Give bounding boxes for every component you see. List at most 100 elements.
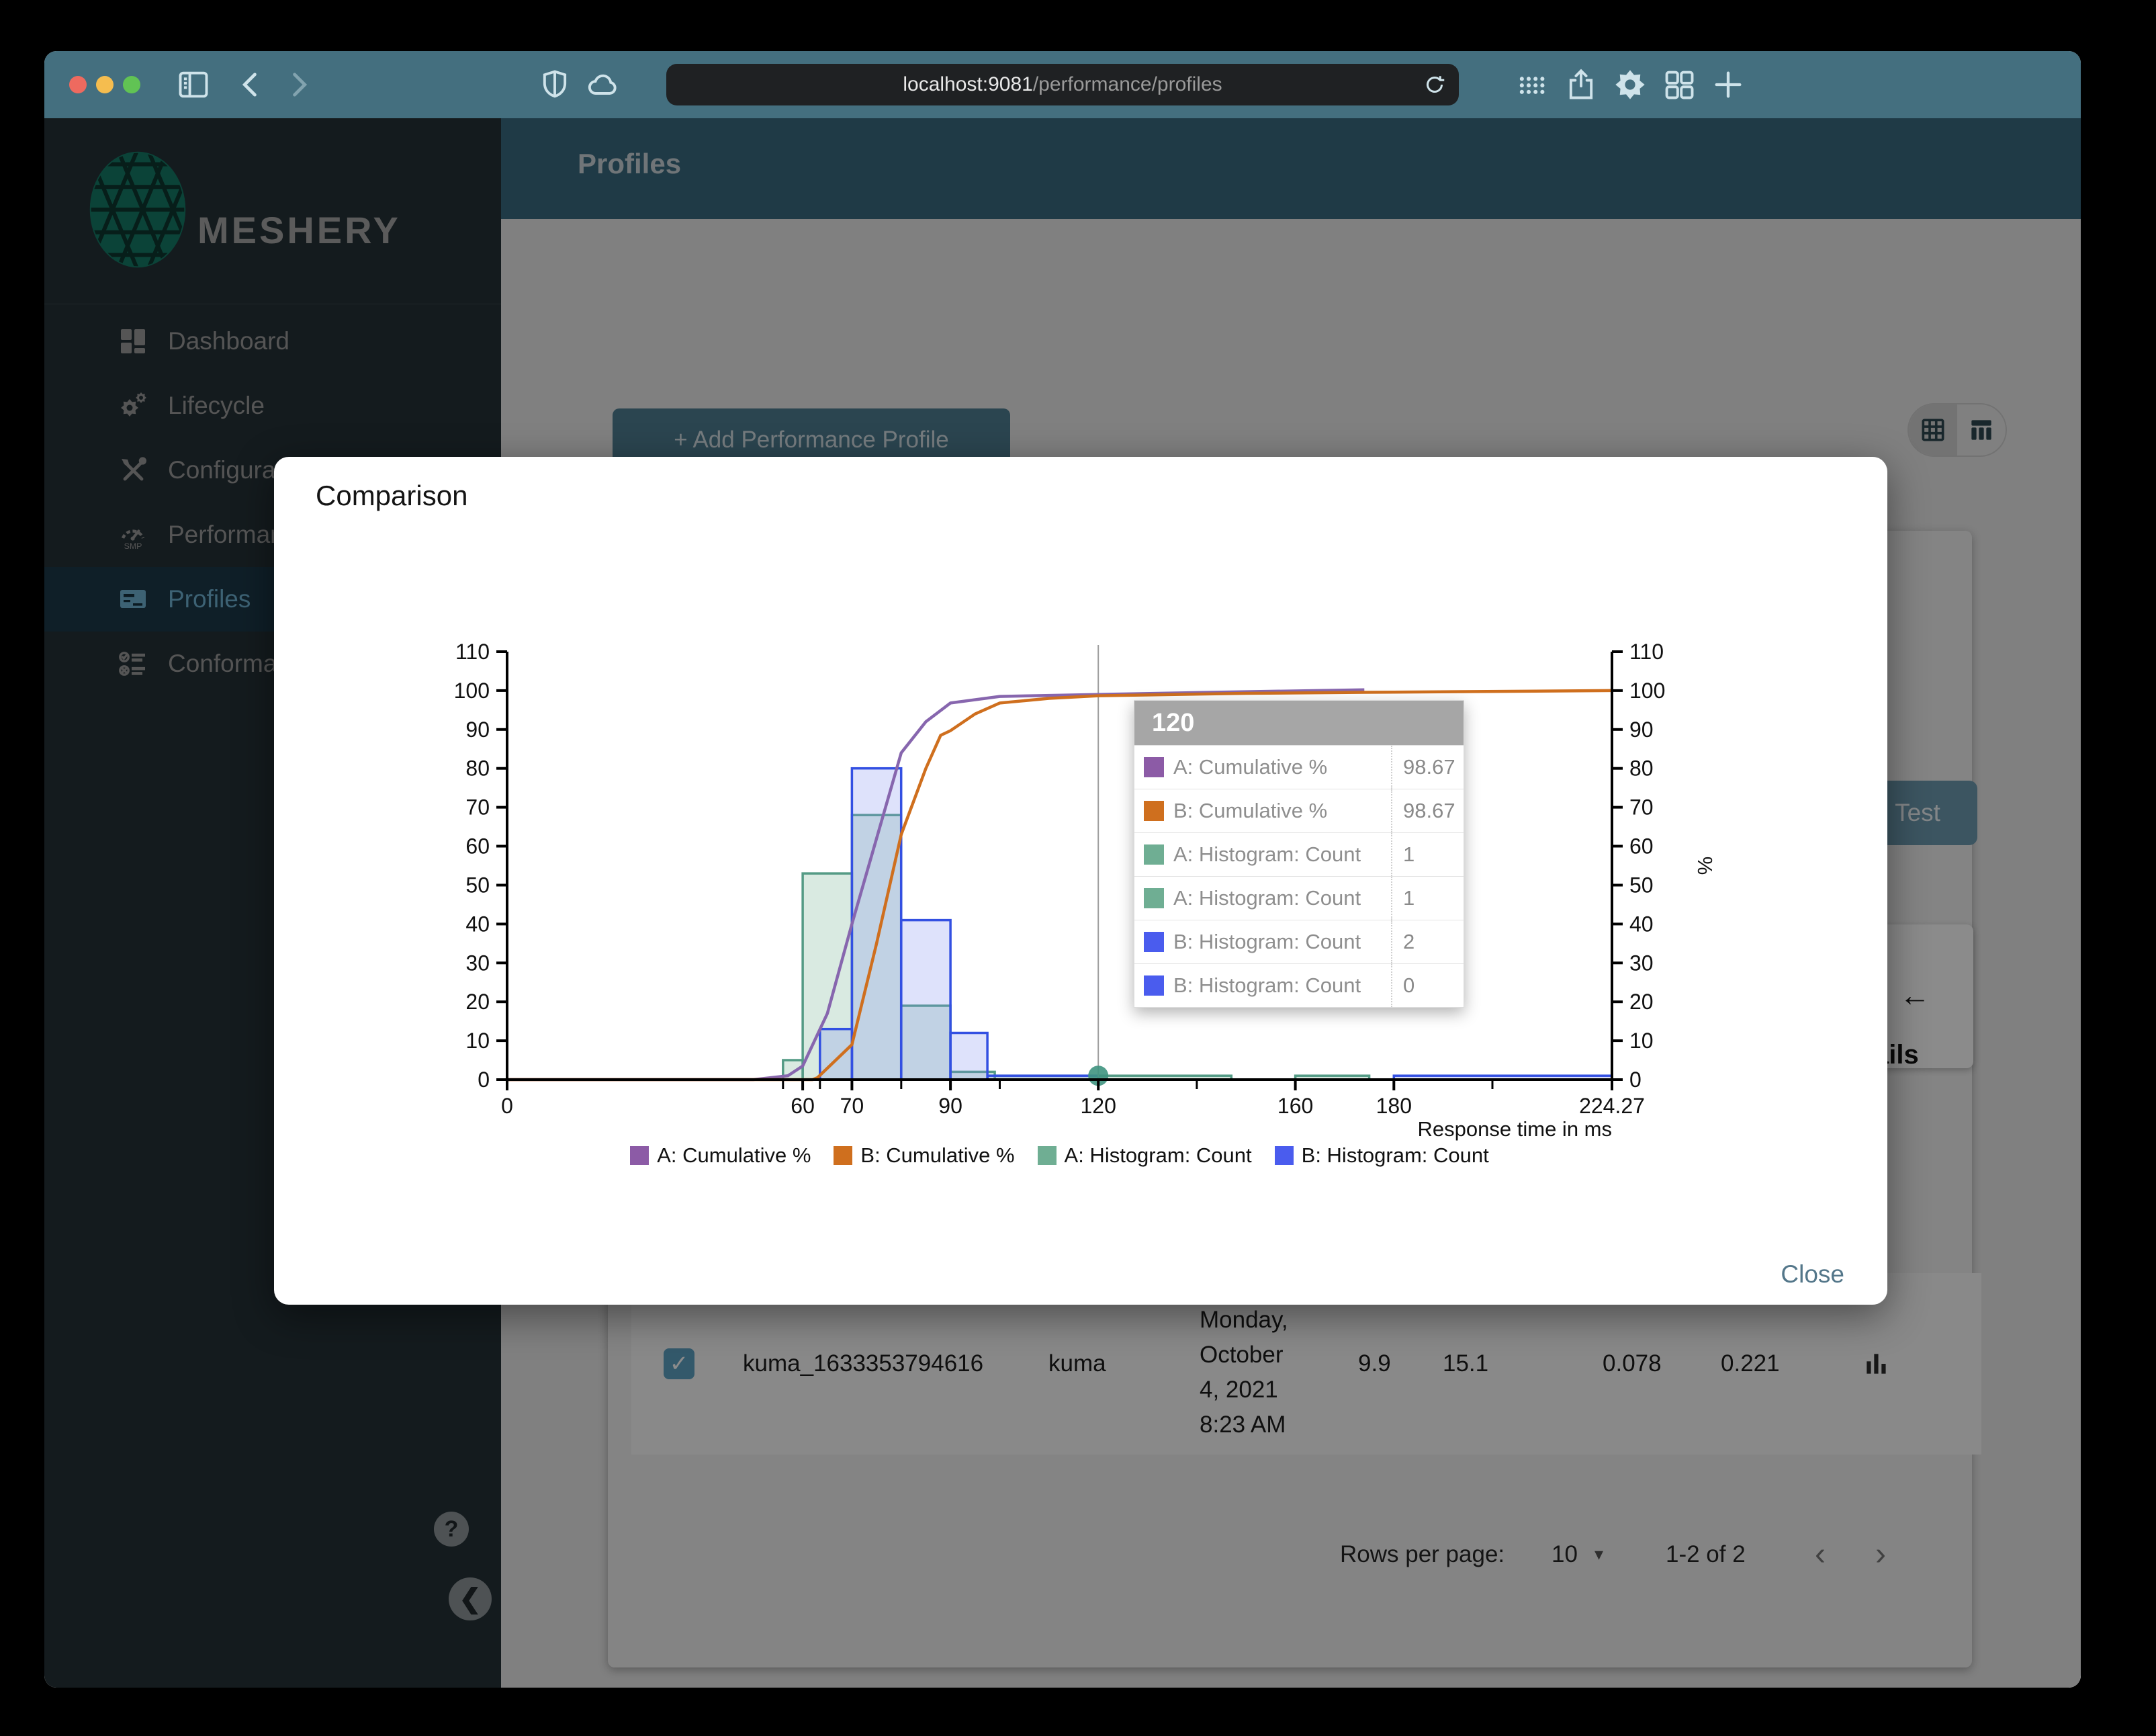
y2-axis-tick-label: 110: [1629, 640, 1664, 664]
y-axis-tick-label: 80: [465, 756, 490, 781]
tooltip-value: 1: [1391, 833, 1464, 876]
y2-axis-tick-label: 80: [1629, 756, 1654, 781]
x-axis-label: Response time in ms: [1418, 1117, 1612, 1141]
url-bar[interactable]: localhost:9081/performance/profiles: [666, 64, 1459, 105]
y-axis-tick-label: 60: [465, 834, 490, 859]
browser-window: localhost:9081/performance/profiles MESH…: [44, 51, 2081, 1688]
y2-axis-tick-label: 20: [1629, 990, 1654, 1014]
tooltip-row: B: Histogram: Count 2: [1134, 920, 1464, 963]
url-host: localhost:9081: [903, 73, 1033, 95]
legend-swatch-icon: [630, 1146, 649, 1165]
comparison-chart: 0 010 1020 2030 3040 4050 5060 6070 7080 8090 9010…: [454, 640, 1717, 1141]
legend-label: A: Histogram: Count: [1064, 1143, 1252, 1167]
y-axis-tick-label: 110: [455, 640, 490, 664]
tooltip-label: B: Cumulative %: [1173, 799, 1328, 822]
tooltip-swatch-icon: [1144, 801, 1164, 821]
y2-axis-tick-label: 50: [1629, 873, 1654, 898]
tooltip-label: A: Cumulative %: [1173, 755, 1328, 779]
tooltip-label: A: Histogram: Count: [1173, 842, 1361, 866]
back-icon[interactable]: [234, 67, 269, 102]
chart-tooltip: 120 A: Cumulative % 98.67 B: Cumulative % 9…: [1134, 700, 1464, 1008]
tooltip-swatch-icon: [1144, 757, 1164, 777]
tooltip-value: 98.67: [1391, 746, 1464, 789]
url-path: /performance/profiles: [1032, 73, 1222, 95]
y-axis-tick-label: 90: [465, 718, 490, 742]
tooltip-row: B: Cumulative % 98.67: [1134, 789, 1464, 832]
tooltip-value: 98.67: [1391, 789, 1464, 832]
extensions-grid-icon[interactable]: [1515, 67, 1549, 102]
x-axis-tick-label: 70: [840, 1094, 864, 1118]
x-axis-tick-label: 224.27: [1579, 1094, 1645, 1118]
y2-axis-label: %: [1693, 857, 1717, 875]
minimize-window-button[interactable]: [96, 76, 114, 93]
y-axis-tick-label: 50: [465, 873, 490, 898]
reload-icon[interactable]: [1423, 73, 1447, 97]
legend-label: B: Histogram: Count: [1301, 1143, 1489, 1167]
tab-overview-icon[interactable]: [1662, 67, 1697, 102]
y-axis-tick-label: 70: [465, 795, 490, 820]
y-axis-tick-label: 20: [465, 990, 490, 1014]
histogram-bar: [900, 918, 952, 1081]
tooltip-swatch-icon: [1144, 975, 1164, 996]
x-axis-tick-label: 90: [938, 1094, 962, 1118]
tooltip-row: A: Histogram: Count 1: [1134, 876, 1464, 920]
share-icon[interactable]: [1564, 67, 1599, 102]
y-axis-tick-label: 100: [454, 679, 490, 703]
new-tab-icon[interactable]: [1711, 67, 1746, 102]
y2-axis-tick-label: 60: [1629, 834, 1654, 859]
y2-axis-tick-label: 40: [1629, 912, 1654, 936]
y-axis-tick-label: 0: [478, 1068, 490, 1092]
tooltip-row: A: Cumulative % 98.67: [1134, 745, 1464, 789]
forward-icon[interactable]: [281, 67, 316, 102]
close-window-button[interactable]: [69, 76, 87, 93]
x-axis-tick-label: 60: [791, 1094, 815, 1118]
comparison-modal: Comparison 0 0 10 10 20 20 30 30 40 40 50 50 60 60 70 7…: [274, 457, 1887, 1305]
tooltip-label: A: Histogram: Count: [1173, 886, 1361, 910]
tooltip-value: 2: [1391, 920, 1464, 963]
tooltip-swatch-icon: [1144, 932, 1164, 952]
settings-gear-icon[interactable]: [1613, 67, 1648, 102]
histogram-bar: [949, 1031, 989, 1081]
legend-item[interactable]: A: Cumulative %: [630, 1143, 811, 1168]
privacy-shield-icon[interactable]: [537, 67, 572, 102]
tooltip-value: 0: [1391, 964, 1464, 1007]
legend-item[interactable]: B: Cumulative %: [834, 1143, 1015, 1168]
legend-swatch-icon: [834, 1146, 853, 1165]
x-axis-tick-label: 180: [1376, 1094, 1412, 1118]
y2-axis-tick-label: 30: [1629, 951, 1654, 975]
zoom-window-button[interactable]: [123, 76, 140, 93]
meshery-app: MESHERY Dashboard Lifecycle Configuration S…: [44, 118, 2081, 1688]
tooltip-header: 120: [1134, 701, 1464, 745]
legend-label: B: Cumulative %: [860, 1143, 1015, 1167]
sidebar-toggle-icon[interactable]: [176, 67, 211, 102]
chart-legend: A: Cumulative % B: Cumulative % A: Histogr…: [507, 1143, 1612, 1168]
screenshot-root: localhost:9081/performance/profiles MESH…: [0, 0, 2156, 1736]
legend-label: A: Cumulative %: [657, 1143, 811, 1167]
browser-chrome: localhost:9081/performance/profiles: [44, 51, 2081, 118]
x-axis-tick-label: 0: [501, 1094, 513, 1118]
y-axis-tick-label: 10: [465, 1029, 490, 1053]
y2-axis-tick-label: 0: [1629, 1068, 1642, 1092]
y2-axis-tick-label: 100: [1629, 679, 1665, 703]
x-axis-tick-label: 160: [1277, 1094, 1313, 1118]
legend-swatch-icon: [1037, 1146, 1057, 1165]
close-button[interactable]: Close: [1781, 1260, 1844, 1289]
tooltip-label: B: Histogram: Count: [1173, 973, 1361, 997]
tooltip-swatch-icon: [1144, 888, 1164, 908]
tooltip-label: B: Histogram: Count: [1173, 930, 1361, 953]
histogram-bar: [850, 767, 903, 1081]
tooltip-swatch-icon: [1144, 844, 1164, 865]
y-axis-tick-label: 40: [465, 912, 490, 936]
y2-axis-tick-label: 10: [1629, 1029, 1654, 1053]
legend-swatch-icon: [1274, 1146, 1294, 1165]
y-axis-tick-label: 30: [465, 951, 490, 975]
tooltip-row: A: Histogram: Count 1: [1134, 832, 1464, 876]
legend-item[interactable]: A: Histogram: Count: [1037, 1143, 1252, 1168]
x-axis-tick-label: 120: [1081, 1094, 1116, 1118]
tooltip-row: B: Histogram: Count 0: [1134, 963, 1464, 1007]
y2-axis-tick-label: 90: [1629, 718, 1654, 742]
legend-item[interactable]: B: Histogram: Count: [1274, 1143, 1489, 1168]
y2-axis-tick-label: 70: [1629, 795, 1654, 820]
tooltip-value: 1: [1391, 877, 1464, 920]
cloud-icon[interactable]: [586, 67, 621, 102]
